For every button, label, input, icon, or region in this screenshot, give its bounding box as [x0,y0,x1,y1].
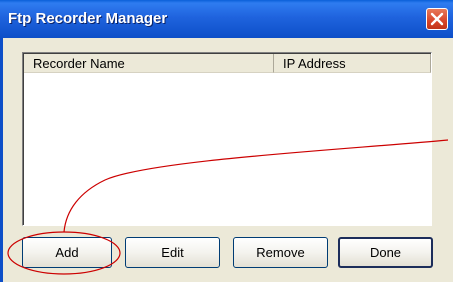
list-header: Recorder Name IP Address [24,54,431,73]
close-icon [430,12,444,26]
recorder-list[interactable]: Recorder Name IP Address [22,52,432,226]
column-header-recorder-name[interactable]: Recorder Name [24,54,274,73]
edit-button[interactable]: Edit [125,237,220,268]
column-header-ip-address[interactable]: IP Address [274,54,431,73]
window-left-border [0,38,3,282]
close-button[interactable] [426,8,448,30]
done-button[interactable]: Done [338,237,433,268]
window-title: Ftp Recorder Manager [8,10,168,27]
dialog-window: Ftp Recorder Manager Recorder Name IP Ad… [0,0,453,282]
remove-button[interactable]: Remove [233,237,328,268]
add-button[interactable]: Add [22,237,112,268]
title-bar[interactable]: Ftp Recorder Manager [0,0,453,38]
